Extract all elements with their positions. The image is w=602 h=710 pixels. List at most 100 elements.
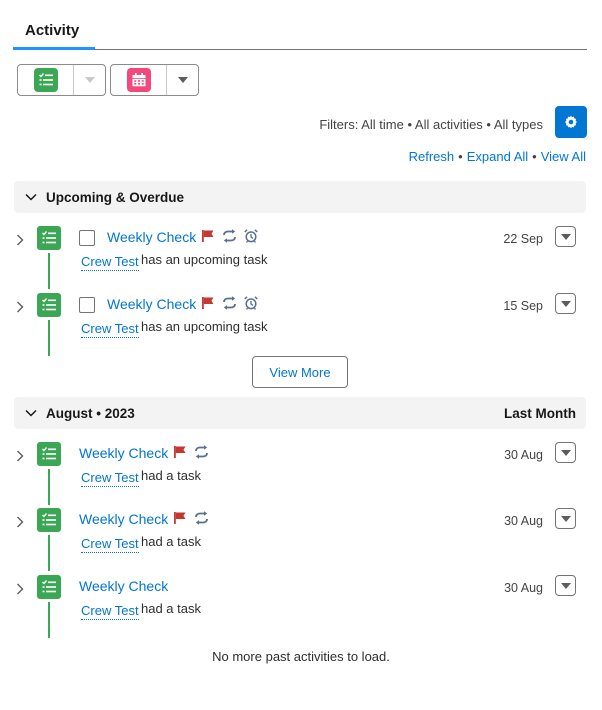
timeline-line — [48, 469, 50, 505]
activity-item: Weekly Check Crew Test had a task 30 Aug — [0, 442, 602, 508]
new-event-dropdown[interactable] — [167, 65, 198, 95]
reminder-alarm-icon — [244, 296, 258, 313]
recurring-icon — [194, 445, 209, 462]
task-icon — [33, 68, 58, 92]
chevron-right-icon — [17, 301, 24, 313]
task-subject-link[interactable]: Weekly Check — [107, 296, 196, 312]
refresh-link[interactable]: Refresh — [409, 149, 455, 164]
chevron-down-icon — [177, 77, 188, 83]
chevron-right-icon — [17, 583, 24, 595]
activity-description: has an upcoming task — [141, 252, 268, 267]
contact-link[interactable]: Crew Test — [81, 536, 139, 553]
new-task-dropdown[interactable] — [74, 65, 105, 95]
timeline-line — [48, 535, 50, 571]
section-period-label: Last Month — [504, 405, 576, 421]
task-complete-checkbox[interactable] — [79, 230, 95, 246]
expand-item-toggle[interactable] — [14, 514, 26, 530]
section-august-2023[interactable]: August • 2023 Last Month — [14, 397, 586, 429]
reminder-alarm-icon — [244, 229, 258, 246]
item-actions-menu-button[interactable] — [555, 226, 576, 247]
task-icon — [37, 442, 61, 466]
activity-description: has an upcoming task — [141, 319, 268, 334]
activity-item: Weekly Check Crew Test had a task 30 Aug — [0, 508, 602, 574]
flag-icon — [201, 229, 215, 246]
contact-link[interactable]: Crew Test — [81, 470, 139, 487]
new-task-button[interactable] — [18, 65, 74, 95]
chevron-right-icon — [17, 516, 24, 528]
section-title: August • 2023 — [46, 405, 135, 421]
tab-activity[interactable]: Activity — [13, 14, 95, 50]
contact-link[interactable]: Crew Test — [81, 321, 139, 338]
chevron-right-icon — [17, 234, 24, 246]
task-status-icons — [173, 445, 209, 462]
activity-date: 30 Aug — [504, 448, 543, 462]
item-actions-menu-button[interactable] — [555, 442, 576, 463]
view-all-link[interactable]: View All — [541, 149, 586, 164]
chevron-down-icon — [560, 300, 571, 307]
recurring-icon — [222, 296, 237, 313]
task-icon — [37, 575, 61, 599]
item-actions-menu-button[interactable] — [555, 508, 576, 529]
activity-item: Weekly Check Crew Test has an upcoming t… — [0, 226, 602, 292]
filter-settings-button[interactable] — [555, 106, 587, 138]
activity-date: 30 Aug — [504, 514, 543, 528]
task-icon — [37, 508, 61, 532]
activity-links: Refresh • Expand All • View All — [408, 149, 586, 164]
chevron-right-icon — [17, 450, 24, 462]
contact-link[interactable]: Crew Test — [81, 603, 139, 620]
new-event-button[interactable] — [111, 65, 167, 95]
activity-date: 22 Sep — [503, 232, 543, 246]
expand-item-toggle[interactable] — [14, 581, 26, 597]
task-icon — [37, 293, 61, 317]
expand-all-link[interactable]: Expand All — [467, 149, 528, 164]
task-icon — [37, 226, 61, 250]
chevron-down-icon — [84, 77, 95, 83]
chevron-down-icon[interactable] — [24, 190, 38, 204]
task-subject-link[interactable]: Weekly Check — [79, 511, 168, 527]
task-subject-link[interactable]: Weekly Check — [79, 445, 168, 461]
timeline-line — [48, 320, 50, 356]
timeline-line — [48, 253, 50, 289]
chevron-down-icon — [560, 233, 571, 240]
activity-date: 15 Sep — [503, 299, 543, 313]
task-status-icons — [201, 229, 258, 246]
activity-item: Weekly Check Crew Test has an upcoming t… — [0, 293, 602, 359]
item-actions-menu-button[interactable] — [555, 293, 576, 314]
activity-description: had a task — [141, 468, 201, 483]
task-subject-link[interactable]: Weekly Check — [79, 578, 168, 594]
timeline-line — [48, 602, 50, 638]
recurring-icon — [194, 511, 209, 528]
activity-item: Weekly Check Crew Test had a task 30 Aug — [0, 575, 602, 641]
chevron-down-icon — [560, 582, 571, 589]
chevron-down-icon[interactable] — [24, 406, 38, 420]
chevron-down-icon — [560, 449, 571, 456]
no-more-activities-message: No more past activities to load. — [212, 649, 390, 664]
tab-activity-label: Activity — [25, 22, 80, 39]
flag-icon — [201, 296, 215, 313]
item-actions-menu-button[interactable] — [555, 575, 576, 596]
task-subject-link[interactable]: Weekly Check — [107, 229, 196, 245]
contact-link[interactable]: Crew Test — [81, 254, 139, 271]
activity-description: had a task — [141, 534, 201, 549]
section-title: Upcoming & Overdue — [46, 189, 185, 205]
chevron-down-icon — [560, 515, 571, 522]
filters-summary: Filters: All time • All activities • All… — [319, 117, 543, 132]
new-event-button-group — [110, 64, 199, 96]
task-complete-checkbox[interactable] — [79, 297, 95, 313]
recurring-icon — [222, 229, 237, 246]
view-more-button[interactable]: View More — [252, 356, 348, 388]
flag-icon — [173, 445, 187, 462]
flag-icon — [173, 511, 187, 528]
task-status-icons — [173, 511, 209, 528]
section-upcoming-overdue[interactable]: Upcoming & Overdue — [14, 181, 586, 213]
calendar-icon — [126, 68, 151, 92]
expand-item-toggle[interactable] — [14, 299, 26, 315]
gear-icon — [565, 115, 577, 129]
expand-item-toggle[interactable] — [14, 448, 26, 464]
tab-bar: Activity — [13, 14, 587, 50]
activity-description: had a task — [141, 601, 201, 616]
task-status-icons — [201, 296, 258, 313]
expand-item-toggle[interactable] — [14, 232, 26, 248]
new-task-button-group — [17, 64, 106, 96]
activity-date: 30 Aug — [504, 581, 543, 595]
